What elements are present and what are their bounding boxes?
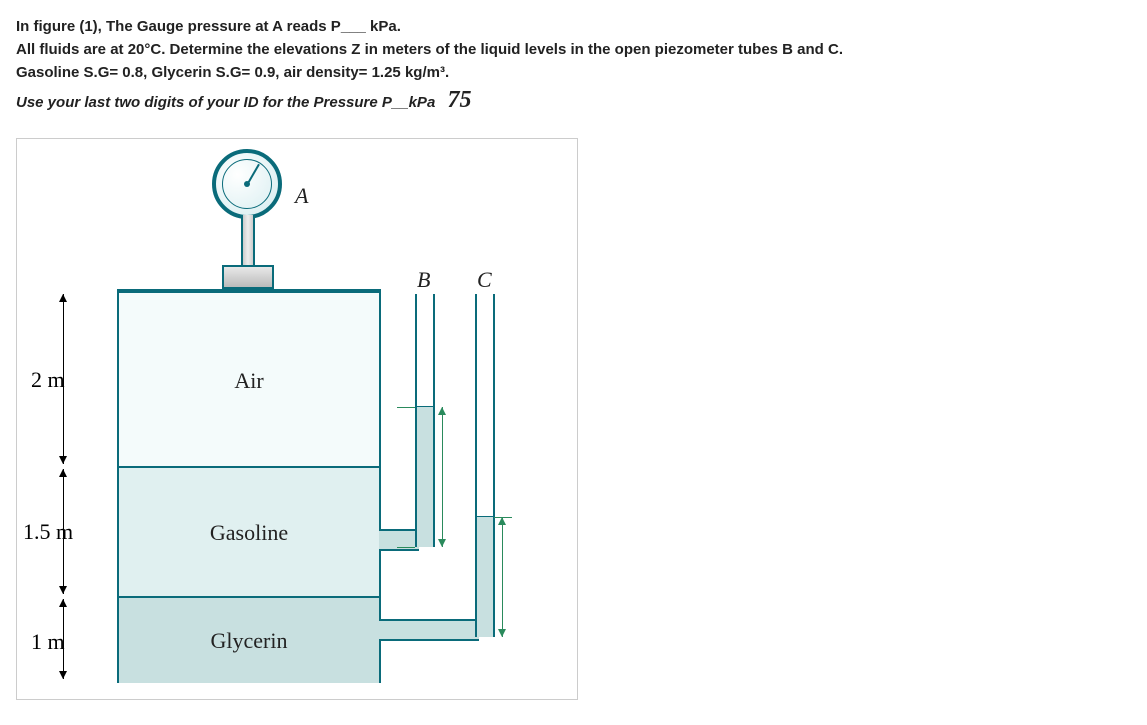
tube-label-c: C bbox=[477, 267, 492, 293]
line1-blank: ___ bbox=[341, 18, 366, 35]
gasoline-section: Gasoline bbox=[119, 466, 379, 598]
glycerin-label: Glycerin bbox=[211, 628, 288, 654]
gasoline-label: Gasoline bbox=[210, 520, 288, 546]
dim-label-air: 2 m bbox=[31, 367, 65, 393]
problem-line-3: Gasoline S.G= 0.8, Glycerin S.G= 0.9, ai… bbox=[16, 64, 1131, 81]
z-arrow-b bbox=[442, 407, 443, 547]
pressure-gauge bbox=[212, 149, 282, 289]
tank: Air Gasoline Glycerin bbox=[117, 289, 381, 683]
problem-line-1: In figure (1), The Gauge pressure at A r… bbox=[16, 18, 1131, 35]
line1-prefix: In figure (1), The Gauge pressure at A r… bbox=[16, 18, 341, 35]
problem-line-4: Use your last two digits of your ID for … bbox=[16, 87, 1131, 114]
piezometer-tube-c bbox=[475, 294, 495, 637]
pipe-connector-c bbox=[379, 619, 479, 641]
dim-label-glycerin: 1 m bbox=[31, 629, 65, 655]
air-section: Air bbox=[119, 291, 379, 468]
line1-suffix: kPa. bbox=[366, 18, 401, 35]
id-value: 75 bbox=[447, 87, 471, 113]
air-label: Air bbox=[234, 368, 263, 394]
dim-label-gasoline: 1.5 m bbox=[23, 519, 73, 545]
tube-c-fluid bbox=[477, 516, 493, 637]
gauge-label-a: A bbox=[295, 183, 308, 209]
tube-label-b: B bbox=[417, 267, 430, 293]
piezometer-tube-b bbox=[415, 294, 435, 547]
figure-diagram: A Air Gasoline Glycerin 2 m 1.5 m 1 m bbox=[16, 138, 578, 700]
problem-line-2: All fluids are at 20°C. Determine the el… bbox=[16, 41, 1131, 58]
problem-statement: In figure (1), The Gauge pressure at A r… bbox=[16, 18, 1131, 114]
line4-text: Use your last two digits of your ID for … bbox=[16, 94, 435, 111]
z-arrow-c bbox=[502, 517, 503, 637]
z-tick-b-bot bbox=[397, 547, 415, 548]
glycerin-section: Glycerin bbox=[119, 596, 379, 683]
gauge-dial-icon bbox=[212, 149, 282, 219]
tube-b-fluid bbox=[417, 406, 433, 547]
z-tick-b-top bbox=[397, 407, 415, 408]
